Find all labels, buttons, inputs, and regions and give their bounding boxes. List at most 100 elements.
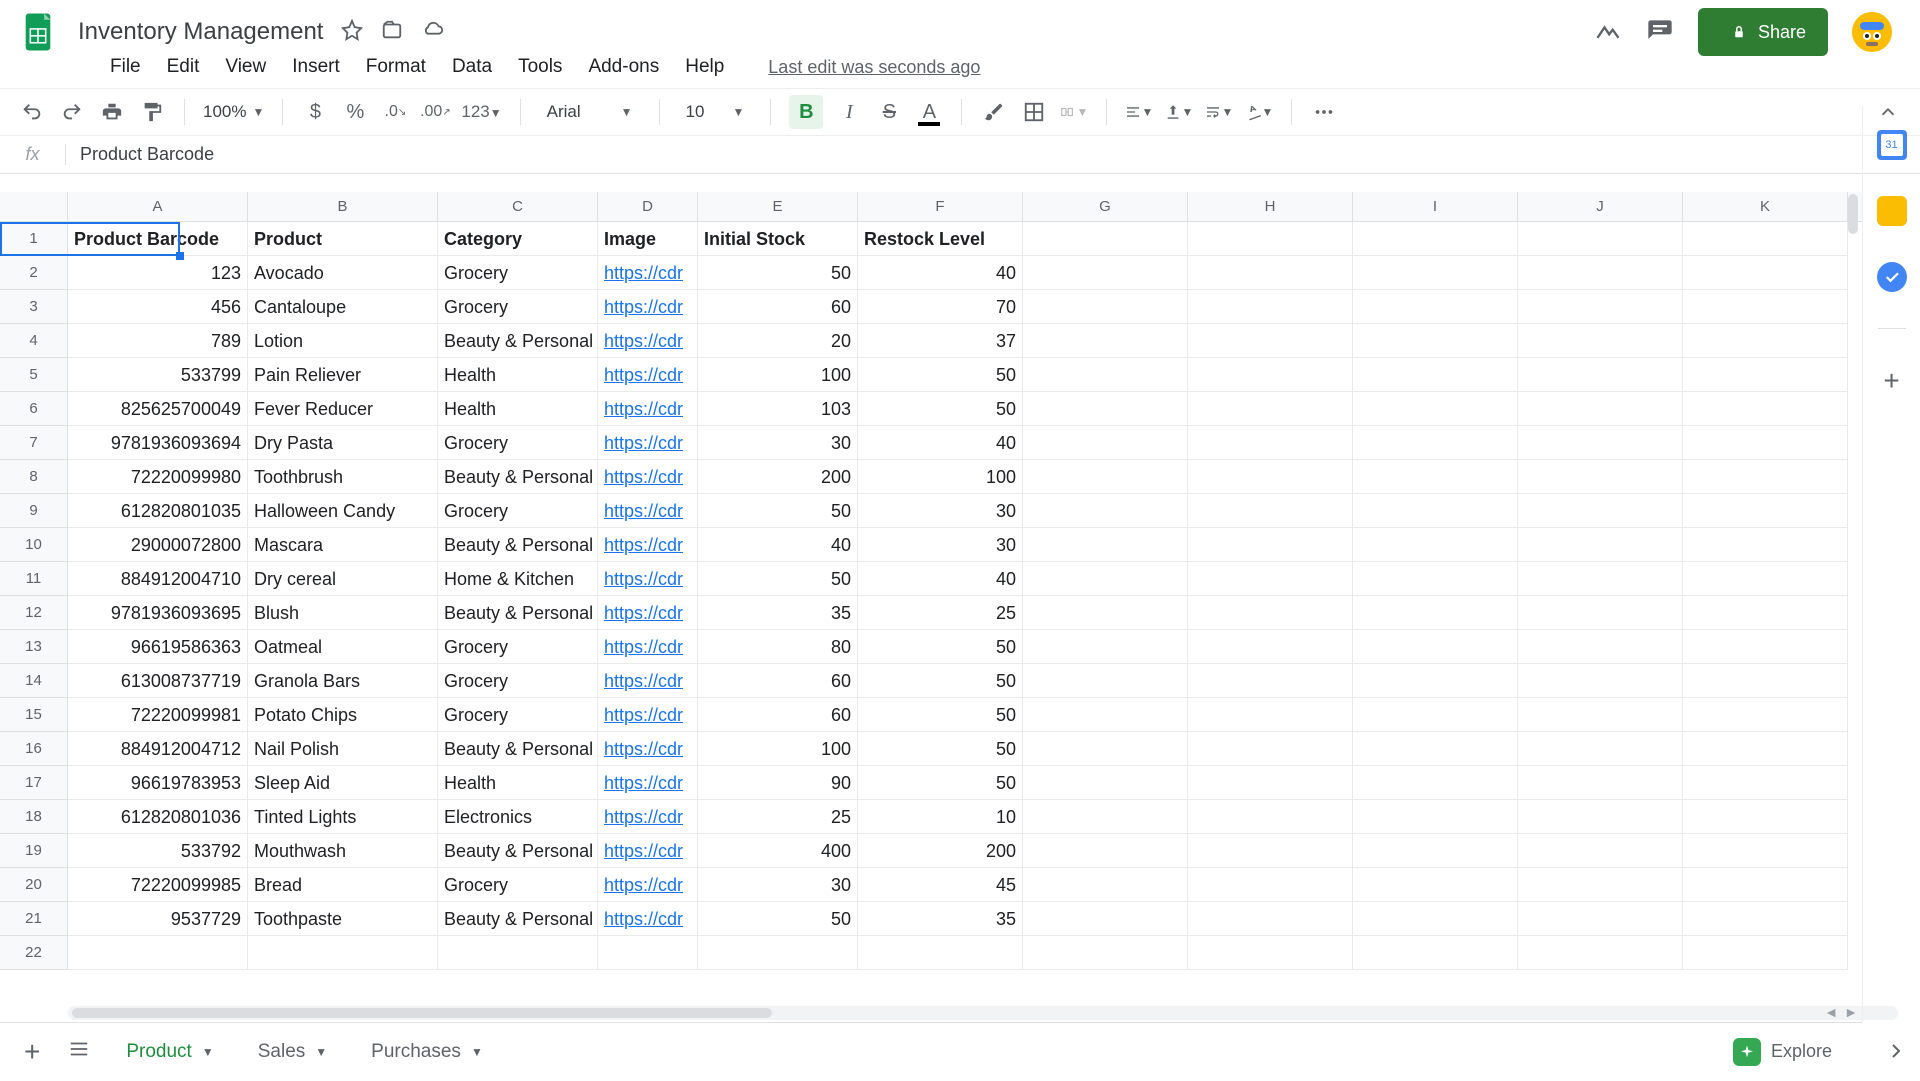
cell[interactable]: 30: [698, 426, 858, 460]
cell[interactable]: 35: [698, 596, 858, 630]
cell[interactable]: [1683, 902, 1848, 936]
cell[interactable]: [1683, 392, 1848, 426]
cell[interactable]: [1188, 868, 1353, 902]
menu-addons[interactable]: Add-ons: [588, 56, 659, 78]
cell[interactable]: Restock Level: [858, 222, 1023, 256]
row-header[interactable]: 20: [0, 868, 68, 902]
last-edit-info[interactable]: Last edit was seconds ago: [768, 57, 980, 78]
cell[interactable]: Potato Chips: [248, 698, 438, 732]
cell[interactable]: Toothpaste: [248, 902, 438, 936]
cell[interactable]: Oatmeal: [248, 630, 438, 664]
print-icon[interactable]: [98, 98, 126, 126]
cell[interactable]: 50: [698, 902, 858, 936]
cell[interactable]: Beauty & Personal: [438, 460, 598, 494]
cell[interactable]: 30: [858, 528, 1023, 562]
cell[interactable]: [438, 936, 598, 970]
cell[interactable]: [598, 936, 698, 970]
cell[interactable]: [1353, 936, 1518, 970]
cell[interactable]: Grocery: [438, 698, 598, 732]
side-panel-toggle-icon[interactable]: [1884, 1039, 1908, 1068]
cell[interactable]: 35: [858, 902, 1023, 936]
cell[interactable]: 10: [858, 800, 1023, 834]
cell[interactable]: [1188, 698, 1353, 732]
text-rotation-icon[interactable]: ▼: [1245, 98, 1273, 126]
cell[interactable]: [1188, 426, 1353, 460]
cell[interactable]: Health: [438, 766, 598, 800]
cell[interactable]: [1023, 392, 1188, 426]
cell[interactable]: 50: [858, 698, 1023, 732]
cell[interactable]: [1518, 460, 1683, 494]
cell[interactable]: 25: [858, 596, 1023, 630]
cell[interactable]: [1353, 460, 1518, 494]
column-header[interactable]: K: [1683, 192, 1848, 221]
cell[interactable]: [1023, 256, 1188, 290]
cell[interactable]: [1023, 290, 1188, 324]
sheets-logo-icon[interactable]: [12, 6, 64, 58]
cell[interactable]: [68, 936, 248, 970]
cell[interactable]: https://cdr: [598, 834, 698, 868]
cell[interactable]: [1188, 392, 1353, 426]
cell[interactable]: [1188, 562, 1353, 596]
cell[interactable]: [1518, 834, 1683, 868]
cell[interactable]: [1353, 528, 1518, 562]
column-header[interactable]: D: [598, 192, 698, 221]
cell[interactable]: [1023, 596, 1188, 630]
horizontal-align-icon[interactable]: ▼: [1125, 98, 1153, 126]
star-icon[interactable]: [341, 19, 363, 46]
cell[interactable]: [1023, 630, 1188, 664]
cell[interactable]: 533799: [68, 358, 248, 392]
cell[interactable]: [1353, 392, 1518, 426]
cell[interactable]: https://cdr: [598, 358, 698, 392]
more-tools-icon[interactable]: [1310, 98, 1338, 126]
cell[interactable]: [1188, 222, 1353, 256]
cell[interactable]: 25: [698, 800, 858, 834]
cell[interactable]: [1353, 766, 1518, 800]
cell[interactable]: [1023, 358, 1188, 392]
cell[interactable]: Toothbrush: [248, 460, 438, 494]
font-size-dropdown[interactable]: 10 ▼: [678, 102, 753, 122]
cell[interactable]: [1188, 732, 1353, 766]
cell[interactable]: [1683, 528, 1848, 562]
cell[interactable]: Product Barcode: [68, 222, 248, 256]
menu-format[interactable]: Format: [366, 56, 426, 78]
sheet-tab-product[interactable]: Product▼: [108, 1023, 231, 1081]
cell[interactable]: 884912004710: [68, 562, 248, 596]
cell[interactable]: 612820801035: [68, 494, 248, 528]
zoom-dropdown[interactable]: 100% ▼: [203, 102, 264, 122]
row-header[interactable]: 19: [0, 834, 68, 868]
cell[interactable]: Avocado: [248, 256, 438, 290]
cell[interactable]: [1023, 460, 1188, 494]
add-sheet-icon[interactable]: +: [14, 1036, 50, 1068]
cell[interactable]: [1188, 256, 1353, 290]
column-header[interactable]: I: [1353, 192, 1518, 221]
cell[interactable]: 9781936093694: [68, 426, 248, 460]
comments-icon[interactable]: [1646, 18, 1674, 46]
cell[interactable]: [1683, 494, 1848, 528]
cell[interactable]: [1518, 868, 1683, 902]
cell[interactable]: [1683, 800, 1848, 834]
cell[interactable]: [1518, 562, 1683, 596]
cell[interactable]: Grocery: [438, 290, 598, 324]
cell[interactable]: [1188, 800, 1353, 834]
font-family-dropdown[interactable]: Arial ▼: [539, 102, 641, 122]
cell[interactable]: [1518, 596, 1683, 630]
menu-view[interactable]: View: [225, 56, 266, 78]
cell[interactable]: [1023, 936, 1188, 970]
cell[interactable]: Grocery: [438, 256, 598, 290]
cell[interactable]: 789: [68, 324, 248, 358]
cell[interactable]: 30: [858, 494, 1023, 528]
cell[interactable]: https://cdr: [598, 392, 698, 426]
undo-icon[interactable]: [18, 98, 46, 126]
cell[interactable]: [1683, 936, 1848, 970]
cell[interactable]: [1518, 528, 1683, 562]
cell[interactable]: 100: [698, 732, 858, 766]
cell[interactable]: Home & Kitchen: [438, 562, 598, 596]
cell[interactable]: https://cdr: [598, 698, 698, 732]
cell[interactable]: https://cdr: [598, 800, 698, 834]
cell[interactable]: Cantaloupe: [248, 290, 438, 324]
cell[interactable]: Initial Stock: [698, 222, 858, 256]
bold-button[interactable]: B: [789, 95, 823, 129]
cell[interactable]: https://cdr: [598, 290, 698, 324]
cell[interactable]: [1518, 494, 1683, 528]
explore-icon[interactable]: [1733, 1038, 1761, 1066]
